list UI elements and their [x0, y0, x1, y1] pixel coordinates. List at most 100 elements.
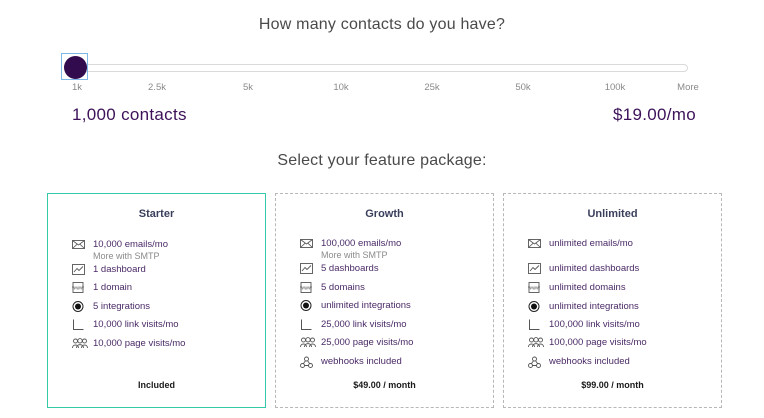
card-price-footer: Included: [137, 380, 175, 390]
link-icon: [72, 319, 85, 330]
link-icon: [528, 319, 541, 330]
feature-item: www 5 domains: [300, 282, 365, 293]
feature-label: 100,000 page visits/mo: [549, 337, 647, 348]
feature-text: 1 dashboard: [93, 264, 146, 275]
feature-text: unlimited integrations: [549, 301, 639, 312]
feature-label: 100,000 emails/mo: [321, 238, 402, 249]
feature-text: 100,000 emails/mo More with SMTP: [321, 238, 401, 260]
feature-item: unlimited integrations: [300, 300, 411, 311]
card-price-footer: $99.00 / month: [581, 380, 644, 390]
feature-item: unlimited emails/mo: [528, 238, 633, 249]
webhook-icon: [528, 356, 541, 368]
feature-item: www unlimited domains: [528, 282, 626, 293]
feature-item: 5 dashboards: [300, 263, 379, 274]
slider-tick[interactable]: 2.5k: [148, 82, 166, 93]
feature-text: 5 domains: [321, 282, 365, 293]
card-growth[interactable]: Growth 100,000 emails/mo More with SMTP 5 d…: [275, 193, 494, 408]
feature-label: 5 integrations: [93, 301, 151, 312]
package-question: Select your feature package:: [277, 152, 487, 169]
contacts-question: How many contacts do you have?: [258, 16, 506, 33]
feature-label: webhooks included: [321, 356, 402, 367]
feature-text: webhooks included: [321, 356, 402, 367]
slider-tick[interactable]: 1k: [72, 82, 82, 93]
feature-item: www 1 domain: [72, 282, 132, 293]
feature-item: 25,000 page visits/mo: [300, 337, 413, 348]
integration-icon: [528, 301, 541, 312]
feature-label: webhooks included: [549, 356, 630, 367]
domain-icon: www: [72, 282, 85, 293]
slider-tick[interactable]: 50k: [515, 82, 530, 93]
card-price-footer: $49.00 / month: [353, 380, 416, 390]
feature-sublabel: More with SMTP: [93, 251, 160, 261]
feature-item: 1 dashboard: [72, 264, 146, 275]
feature-text: unlimited integrations: [321, 300, 411, 311]
svg-text:www: www: [528, 286, 540, 292]
feature-item: unlimited integrations: [528, 301, 639, 312]
feature-text: 25,000 page visits/mo: [321, 337, 413, 348]
feature-label: 1 dashboard: [93, 264, 146, 275]
feature-text: 5 dashboards: [321, 263, 379, 274]
feature-text: 5 integrations: [93, 301, 150, 312]
feature-label: unlimited integrations: [321, 300, 411, 311]
feature-text: 25,000 link visits/mo: [321, 319, 407, 330]
card-title: Unlimited: [587, 208, 638, 220]
feature-item: 25,000 link visits/mo: [300, 319, 407, 330]
feature-item: unlimited dashboards: [528, 263, 639, 274]
feature-label: 1 domain: [93, 282, 133, 293]
feature-label: 10,000 emails/mo: [93, 239, 168, 250]
contacts-count: 1,000 contacts: [72, 105, 187, 124]
feature-sublabel: More with SMTP: [321, 250, 388, 260]
contacts-slider-handle[interactable]: [64, 56, 87, 79]
feature-item: 10,000 emails/mo More with SMTP: [72, 239, 168, 261]
svg-text:www: www: [300, 286, 312, 292]
people-icon: [528, 337, 544, 348]
feature-item: 10,000 page visits/mo: [72, 338, 185, 349]
feature-text: 100,000 page visits/mo: [549, 337, 647, 348]
card-unlimited[interactable]: Unlimited unlimited emails/mo unlimited da…: [503, 193, 722, 408]
feature-text: unlimited emails/mo: [549, 238, 633, 249]
slider-tick[interactable]: 25k: [424, 82, 439, 93]
feature-text: unlimited domains: [549, 282, 626, 293]
envelope-icon: [528, 238, 541, 249]
feature-item: 100,000 link visits/mo: [528, 319, 640, 330]
card-starter[interactable]: Starter 10,000 emails/mo More with SMTP 1 d…: [47, 193, 266, 408]
contacts-slider-track[interactable]: [64, 64, 688, 72]
dashboard-icon: [300, 263, 313, 274]
feature-label: unlimited domains: [549, 282, 626, 293]
domain-icon: www: [300, 282, 313, 293]
feature-label: unlimited integrations: [549, 301, 639, 312]
feature-text: unlimited dashboards: [549, 263, 639, 274]
feature-text: 1 domain: [93, 282, 132, 293]
card-title: Starter: [138, 208, 175, 220]
feature-label: 5 dashboards: [321, 263, 379, 274]
people-icon: [300, 337, 316, 348]
feature-label: 10,000 page visits/mo: [93, 338, 186, 349]
feature-item: 100,000 emails/mo More with SMTP: [300, 238, 401, 260]
feature-item: 100,000 page visits/mo: [528, 337, 647, 348]
dashboard-icon: [528, 263, 541, 274]
slider-tick[interactable]: More: [677, 82, 699, 93]
dashboard-icon: [72, 264, 85, 275]
slider-tick[interactable]: 100k: [605, 82, 626, 93]
domain-icon: www: [528, 282, 541, 293]
feature-text: 100,000 link visits/mo: [549, 319, 640, 330]
feature-item: webhooks included: [528, 356, 630, 368]
slider-tick[interactable]: 10k: [333, 82, 348, 93]
feature-label: 25,000 link visits/mo: [321, 319, 407, 330]
svg-text:www: www: [72, 286, 84, 292]
envelope-icon: [72, 239, 85, 250]
feature-label: unlimited dashboards: [549, 263, 640, 274]
feature-text: 10,000 emails/mo More with SMTP: [93, 239, 168, 261]
feature-item: webhooks included: [300, 356, 402, 368]
slider-tick[interactable]: 5k: [243, 82, 253, 93]
card-title: Growth: [365, 208, 404, 220]
envelope-icon: [300, 238, 313, 249]
feature-label: 25,000 page visits/mo: [321, 337, 414, 348]
integration-icon: [72, 301, 85, 312]
feature-item: 5 integrations: [72, 301, 150, 312]
feature-label: unlimited emails/mo: [549, 238, 633, 249]
monthly-price: $19.00/mo: [612, 105, 696, 124]
feature-text: 10,000 page visits/mo: [93, 338, 185, 349]
feature-label: 100,000 link visits/mo: [549, 319, 640, 330]
feature-label: 10,000 link visits/mo: [93, 319, 179, 330]
